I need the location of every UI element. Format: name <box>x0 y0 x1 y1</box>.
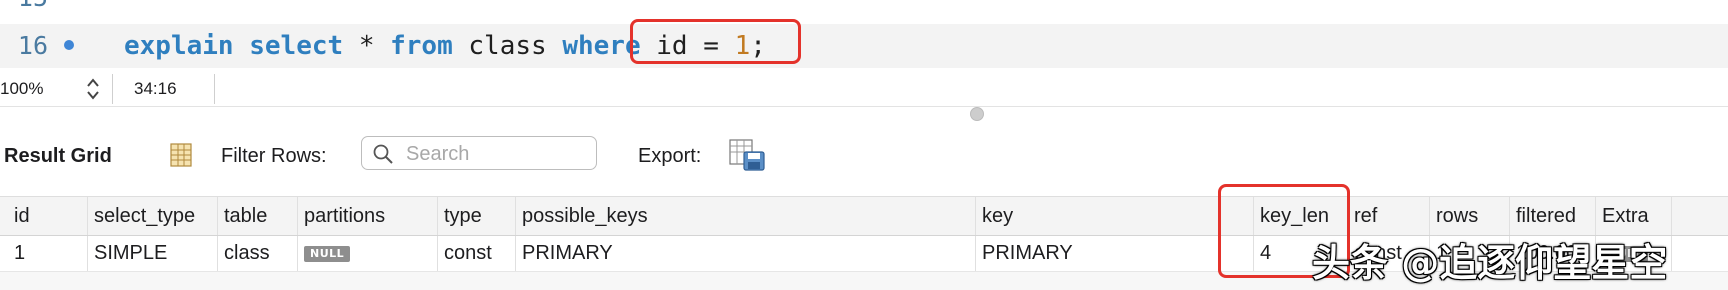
column-header-ref[interactable]: ref <box>1348 197 1430 235</box>
column-header-partitions[interactable]: partitions <box>298 197 438 235</box>
cell-partitions[interactable]: NULL <box>298 236 438 271</box>
zoom-level[interactable]: 100% <box>0 79 43 99</box>
cell-id[interactable]: 1 <box>8 236 88 271</box>
keyword-explain: explain <box>124 31 234 61</box>
keyword-where: where <box>562 31 641 61</box>
line-number: 16 <box>17 31 48 60</box>
grid-header-row: id select_type table partitions type pos… <box>0 196 1728 236</box>
filter-rows-label: Filter Rows: <box>221 145 327 167</box>
highlight-box-where-clause <box>630 19 801 64</box>
panel-splitter-handle[interactable] <box>970 107 984 121</box>
result-grid-tab[interactable]: Result Grid <box>4 145 112 168</box>
editor-status-bar: 100% 34:16 <box>0 72 1728 107</box>
cell-type[interactable]: const <box>438 236 516 271</box>
column-header-possible-keys[interactable]: possible_keys <box>516 197 976 235</box>
null-badge: NULL <box>304 245 351 262</box>
line-number: 15 <box>0 0 48 20</box>
code-line-16[interactable]: 16 explain select * from class where id … <box>0 24 1728 68</box>
cell-select-type[interactable]: SIMPLE <box>88 236 218 271</box>
column-header-type[interactable]: type <box>438 197 516 235</box>
keyword-select: select <box>249 31 344 61</box>
column-header-key[interactable]: key <box>976 197 1254 235</box>
column-header-extra[interactable]: Extra <box>1596 197 1672 235</box>
code-line-15: 15 <box>0 0 1728 20</box>
cell-possible-keys[interactable]: PRIMARY <box>516 236 976 271</box>
export-label: Export: <box>638 145 702 167</box>
result-toolbar: Result Grid Filter Rows: Export: <box>0 136 1728 178</box>
cell-table[interactable]: class <box>218 236 298 271</box>
filter-rows-search-box[interactable] <box>361 136 597 170</box>
keyword-from: from <box>390 31 453 61</box>
divider <box>214 74 215 104</box>
column-header-table[interactable]: table <box>218 197 298 235</box>
column-header-select-type[interactable]: select_type <box>88 197 218 235</box>
search-icon <box>373 144 393 164</box>
column-header-filtered[interactable]: filtered <box>1510 197 1596 235</box>
zoom-stepper-icon[interactable] <box>86 76 100 102</box>
column-header-rows[interactable]: rows <box>1430 197 1510 235</box>
cursor-position: 34:16 <box>134 79 177 98</box>
operator-star: * <box>358 31 375 61</box>
export-icon[interactable] <box>728 138 768 172</box>
result-grid-view-icon[interactable] <box>168 142 194 168</box>
breakpoint-dot-icon[interactable] <box>64 40 74 50</box>
identifier-table: class <box>468 31 547 61</box>
sql-editor[interactable]: 15 16 explain select * from class where … <box>0 0 1728 72</box>
search-input[interactable] <box>404 140 593 168</box>
divider <box>112 74 113 104</box>
cell-key[interactable]: PRIMARY <box>976 236 1254 271</box>
column-header-id[interactable]: id <box>8 197 88 235</box>
watermark-text: 头条 @追逐仰望星空 <box>1312 241 1668 285</box>
